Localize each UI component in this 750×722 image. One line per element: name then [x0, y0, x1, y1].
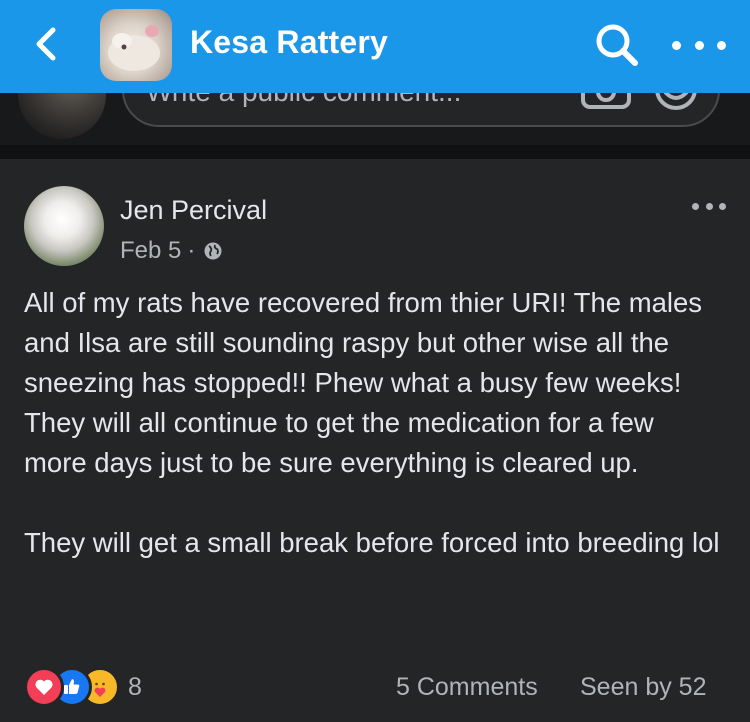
post-date[interactable]: Feb 5: [120, 237, 181, 265]
facebook-group-post-screen: Kesa Rattery Write a public comment...: [0, 0, 750, 722]
search-button[interactable]: [594, 22, 640, 68]
more-horizontal-icon: [692, 202, 699, 210]
love-reaction-icon: [24, 667, 64, 707]
post-card: Jen Percival Feb 5 · All of my rats have…: [0, 159, 750, 722]
author-avatar[interactable]: [24, 186, 104, 266]
search-icon: [596, 24, 638, 66]
back-button[interactable]: [26, 24, 66, 64]
seen-by-link[interactable]: Seen by 52: [580, 673, 707, 702]
post-text: All of my rats have recovered from thier…: [24, 283, 724, 563]
current-user-avatar: [18, 93, 106, 139]
emoji-icon[interactable]: [654, 93, 698, 111]
meta-separator: ·: [187, 237, 196, 264]
reactions-summary[interactable]: 8: [24, 667, 142, 707]
more-options-button[interactable]: [672, 30, 726, 60]
rat-photo-thumbnail: [108, 25, 160, 71]
camera-icon[interactable]: [580, 93, 632, 111]
more-horizontal-icon: [672, 40, 681, 50]
author-name[interactable]: Jen Percival: [120, 195, 267, 226]
post-paragraph: They will get a small break before force…: [24, 527, 720, 558]
post-options-button[interactable]: [692, 199, 726, 213]
chevron-left-icon: [36, 27, 56, 61]
reaction-count: 8: [128, 672, 142, 701]
group-name[interactable]: Kesa Rattery: [190, 22, 388, 62]
comment-placeholder: Write a public comment...: [146, 93, 461, 108]
group-avatar[interactable]: [100, 9, 172, 81]
section-divider: [0, 145, 750, 159]
top-app-bar: Kesa Rattery: [0, 0, 750, 93]
post-paragraph: All of my rats have recovered from thier…: [24, 287, 703, 478]
comments-count-link[interactable]: 5 Comments: [396, 673, 538, 702]
comment-composer: Write a public comment...: [0, 93, 750, 145]
post-meta: Feb 5 ·: [120, 237, 223, 265]
globe-icon: [204, 242, 222, 260]
